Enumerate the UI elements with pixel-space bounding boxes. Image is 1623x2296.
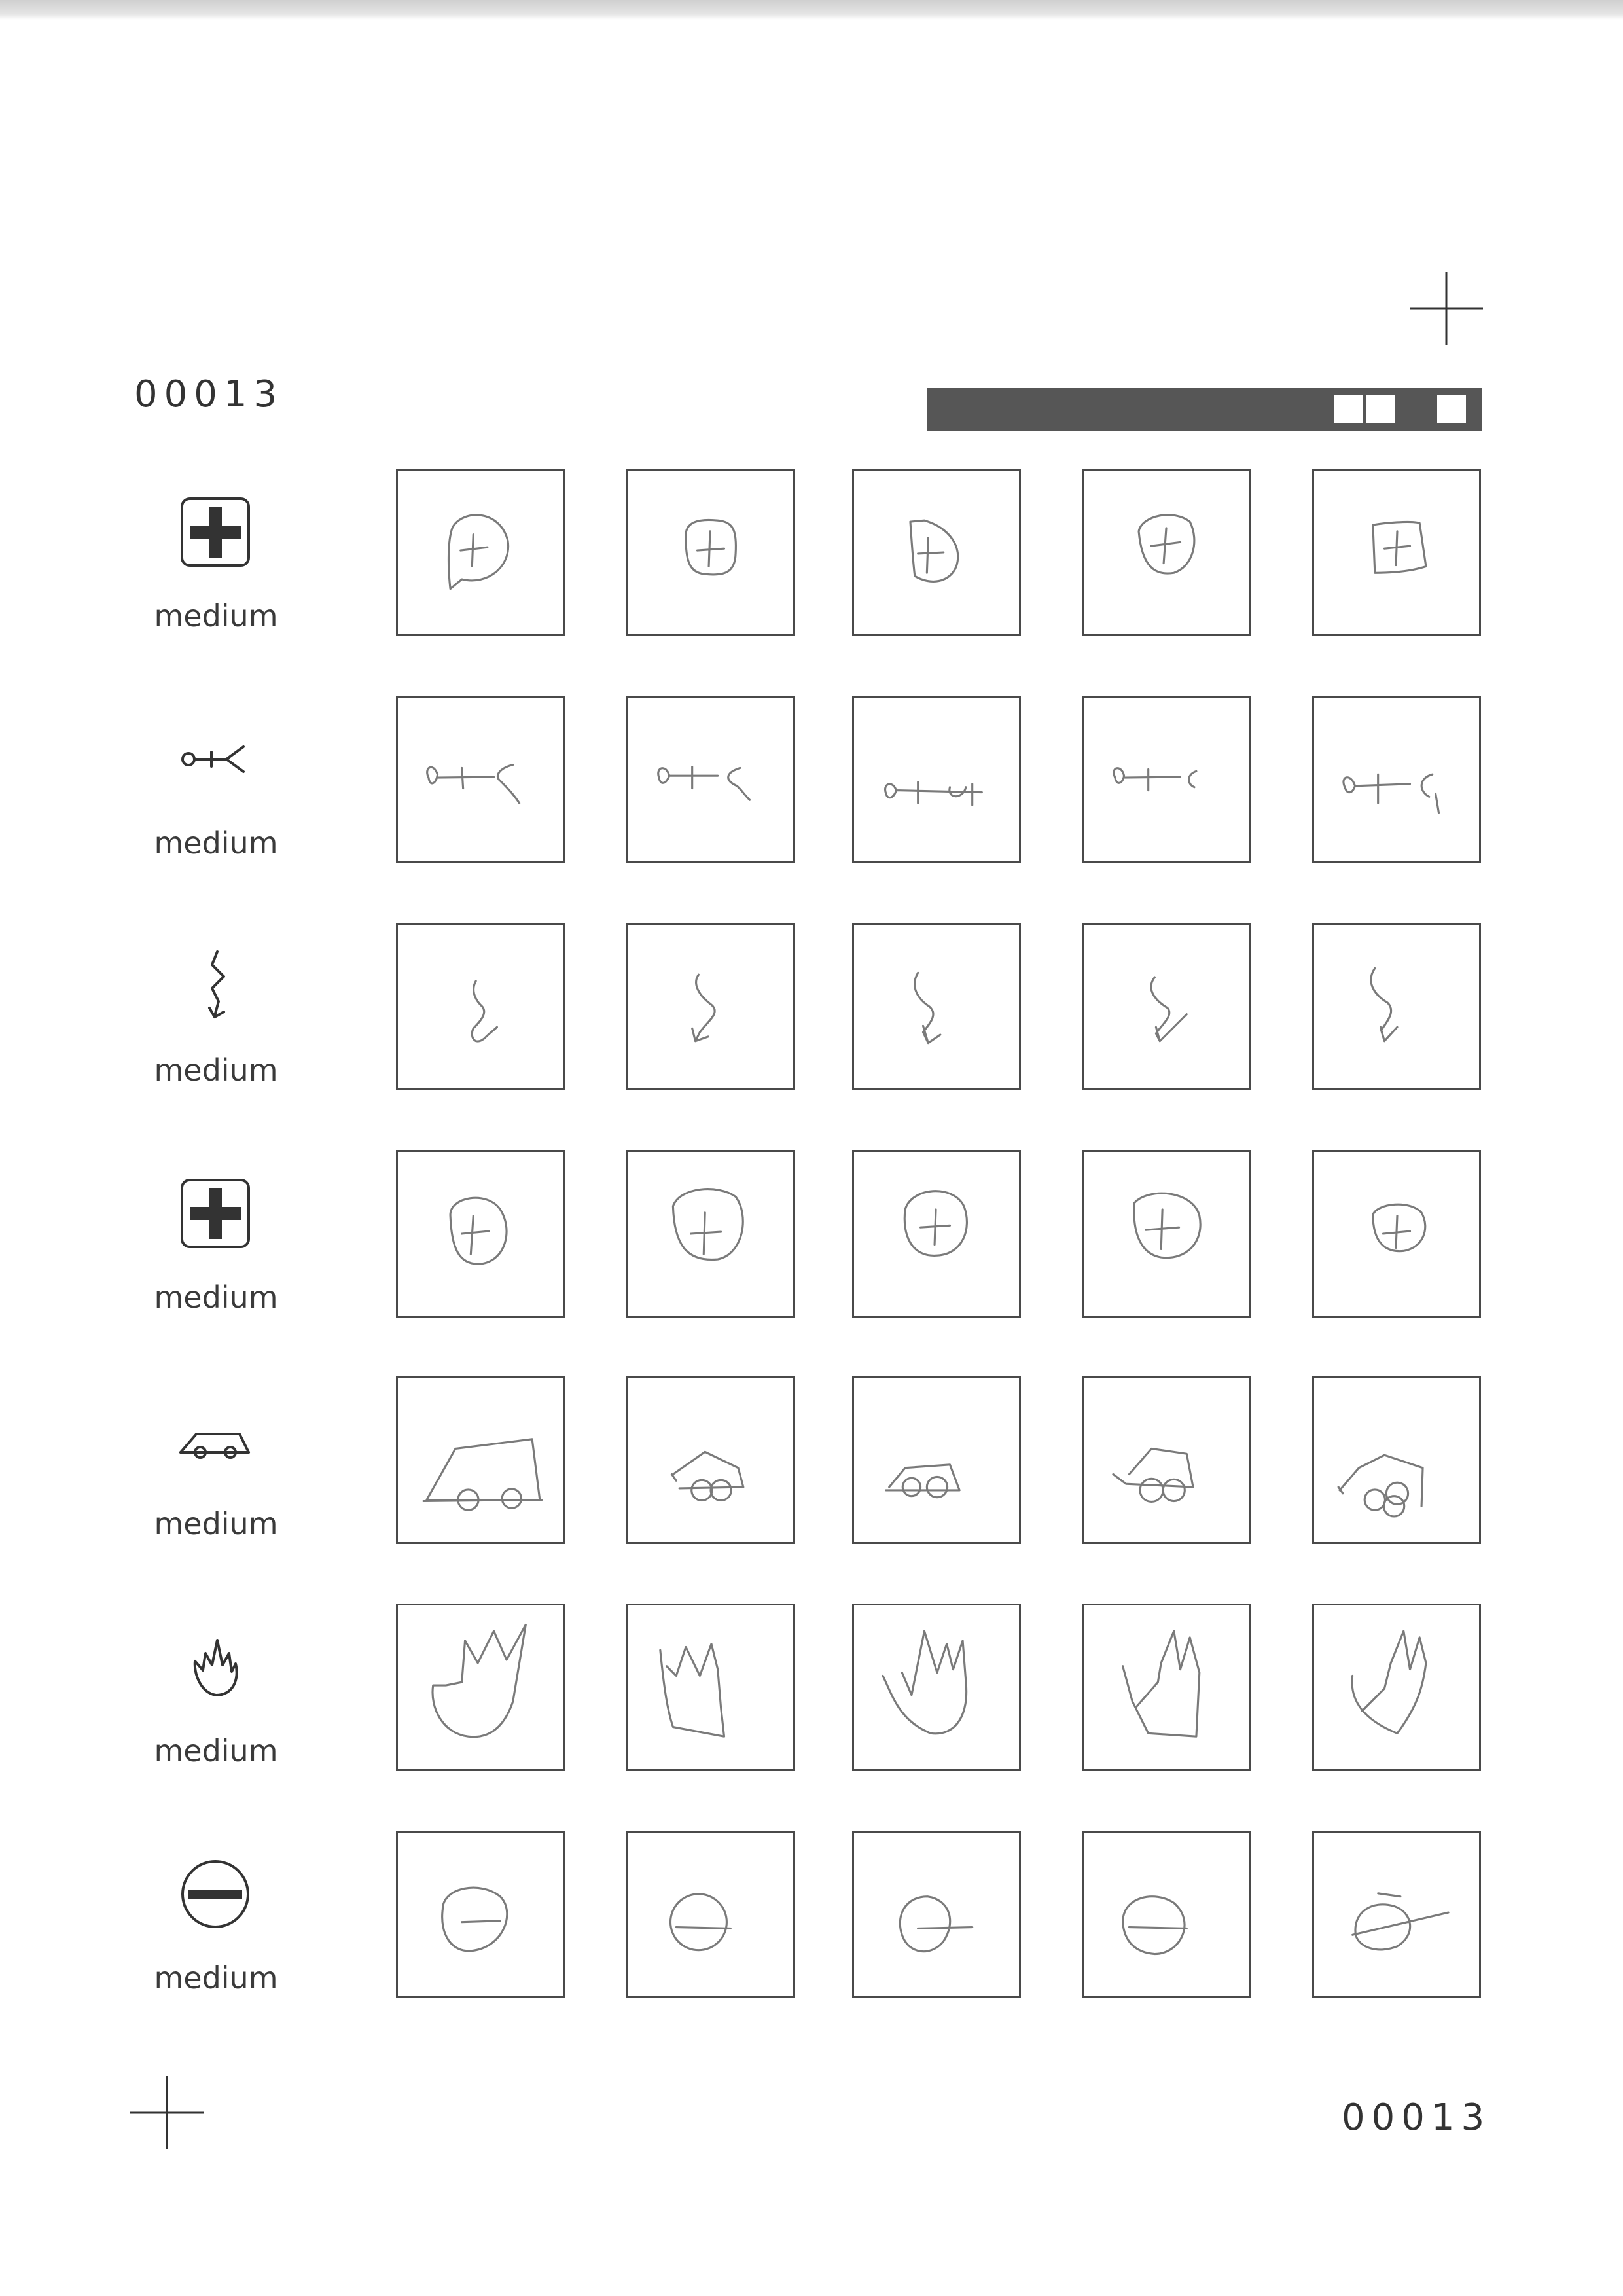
drawing-cell[interactable]	[626, 1831, 795, 1998]
drawing-cell[interactable]	[1082, 1831, 1251, 1998]
drawing-cell[interactable]	[626, 1150, 795, 1318]
drawing-cell[interactable]	[396, 1831, 565, 1998]
drawing-cell[interactable]	[1082, 1150, 1251, 1318]
drawing-cell[interactable]	[852, 469, 1021, 636]
difficulty-label: medium	[154, 598, 278, 634]
check-box-1	[1334, 395, 1363, 423]
drawing-cell[interactable]	[626, 469, 795, 636]
drawing-cell[interactable]	[626, 1604, 795, 1771]
drawing-cell[interactable]	[626, 696, 795, 863]
difficulty-label: medium	[154, 1733, 278, 1768]
car-icon	[179, 1433, 250, 1459]
drawing-cell[interactable]	[1082, 469, 1251, 636]
drawing-cell[interactable]	[852, 1604, 1021, 1771]
drawing-cell[interactable]	[1312, 1150, 1481, 1318]
drawing-cell[interactable]	[1312, 469, 1481, 636]
drawing-cell[interactable]	[1312, 1604, 1481, 1771]
drawing-cell[interactable]	[396, 1604, 565, 1771]
difficulty-label: medium	[154, 1960, 278, 1996]
drawing-cell[interactable]	[852, 696, 1021, 863]
difficulty-label: medium	[154, 1052, 278, 1088]
page-id-bottom: 00013	[1342, 2096, 1491, 2139]
drawing-cell[interactable]	[396, 1376, 565, 1544]
difficulty-label: medium	[154, 1506, 278, 1541]
symbol-row: medium	[0, 1150, 1623, 1346]
stick-figure-icon	[181, 745, 245, 773]
drawing-cell[interactable]	[626, 1376, 795, 1544]
drawing-cell[interactable]	[852, 1831, 1021, 1998]
drawing-cell[interactable]	[396, 469, 565, 636]
check-box-3	[1437, 395, 1466, 423]
drawing-cell[interactable]	[1082, 1376, 1251, 1544]
scan-edge	[0, 0, 1623, 20]
symbol-row: medium	[0, 1376, 1623, 1573]
drawing-cell[interactable]	[852, 1376, 1021, 1544]
drawing-cell[interactable]	[1082, 923, 1251, 1090]
registration-mark-bottom-left	[130, 2076, 204, 2149]
symbol-row: medium	[0, 1604, 1623, 1800]
symbol-row: medium	[0, 469, 1623, 665]
page-id-top: 00013	[134, 373, 284, 416]
drawing-cell[interactable]	[396, 696, 565, 863]
drawing-cell[interactable]	[1082, 1604, 1251, 1771]
drawing-cell[interactable]	[852, 1150, 1021, 1318]
lightning-arrow-icon	[208, 950, 225, 1018]
symbol-row: medium	[0, 696, 1623, 892]
drawing-cell[interactable]	[396, 1150, 565, 1318]
check-box-2	[1366, 395, 1395, 423]
drawing-cell[interactable]	[396, 923, 565, 1090]
drawing-cell[interactable]	[626, 923, 795, 1090]
drawing-cell[interactable]	[1312, 1831, 1481, 1998]
first-aid-cross-icon	[181, 1179, 250, 1248]
drawing-cell[interactable]	[852, 923, 1021, 1090]
symbol-row: medium	[0, 923, 1623, 1119]
no-entry-icon	[181, 1860, 249, 1928]
drawing-cell[interactable]	[1082, 696, 1251, 863]
flame-icon	[193, 1639, 238, 1696]
difficulty-label: medium	[154, 1280, 278, 1315]
symbol-row: medium	[0, 1831, 1623, 2027]
difficulty-label: medium	[154, 825, 278, 861]
code-bar	[927, 388, 1482, 431]
drawing-cell[interactable]	[1312, 1376, 1481, 1544]
drawing-cell[interactable]	[1312, 923, 1481, 1090]
registration-mark-top-right	[1410, 272, 1483, 345]
first-aid-cross-icon	[181, 497, 250, 567]
drawing-cell[interactable]	[1312, 696, 1481, 863]
